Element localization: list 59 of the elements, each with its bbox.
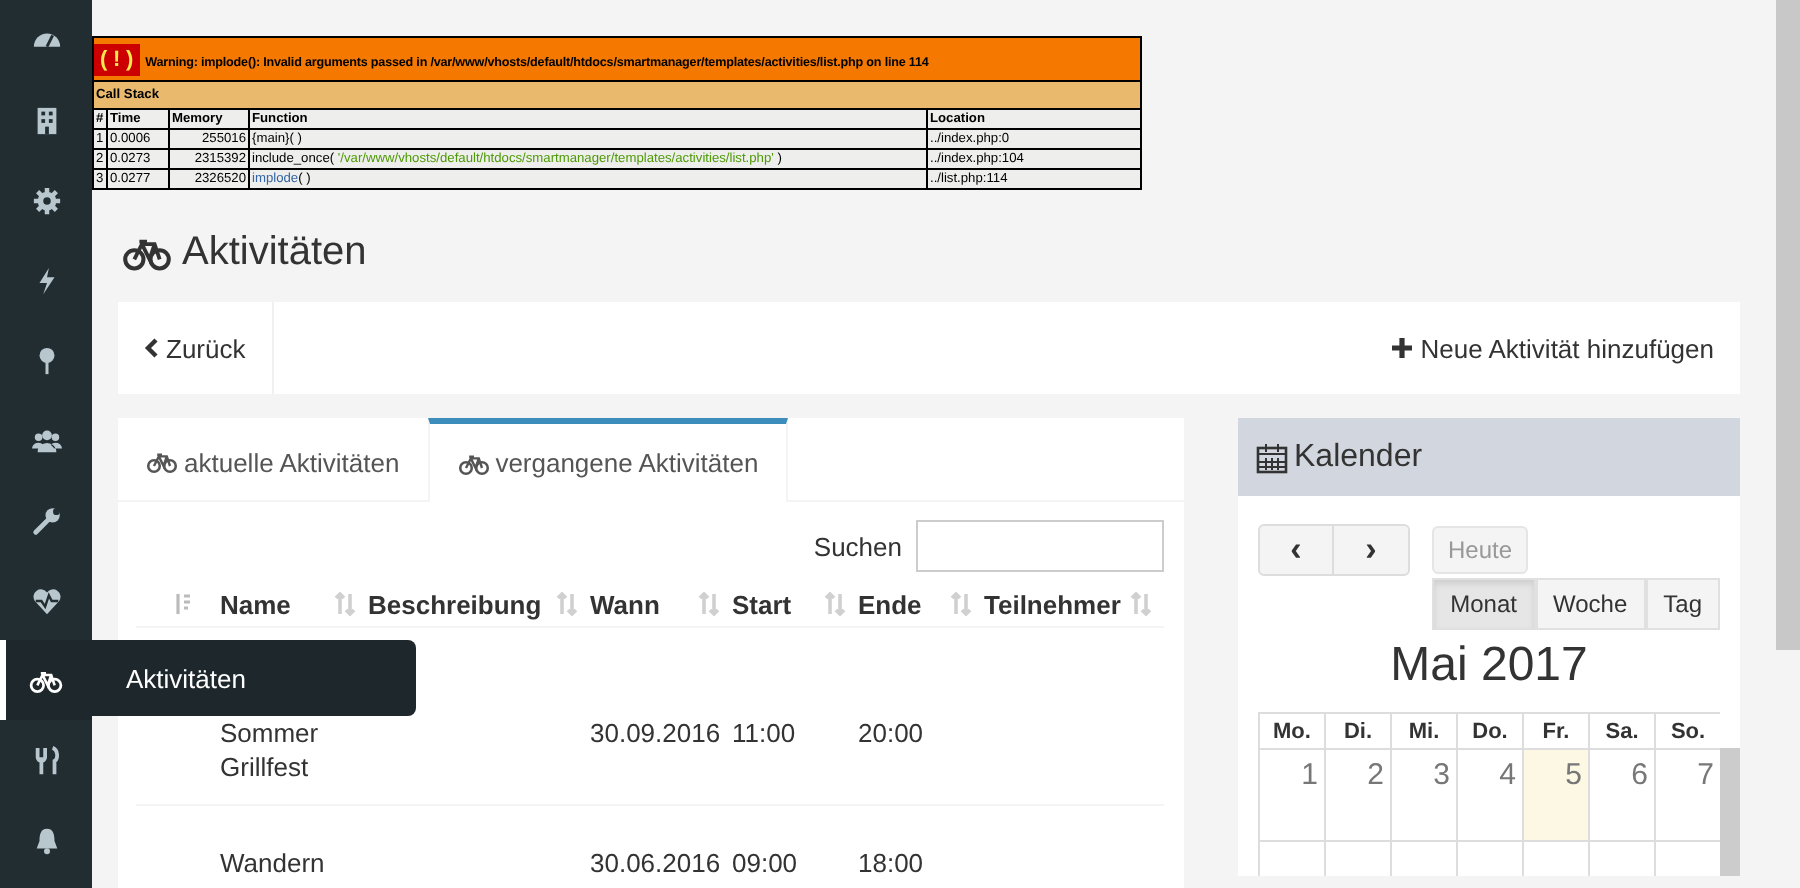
column-header[interactable]: Beschreibung (368, 589, 542, 619)
calendar-icon (1256, 441, 1288, 473)
plus-icon (1392, 338, 1413, 358)
bell-icon (31, 825, 61, 855)
day-cell[interactable]: 6 (1588, 748, 1654, 840)
heart-pulse-icon (31, 585, 61, 615)
table-cell: 30.06.2016 (590, 846, 721, 880)
wrench-icon (31, 505, 61, 535)
previous-button[interactable]: ‹ (1260, 526, 1334, 574)
column-header[interactable]: Name (220, 589, 291, 619)
warning-badge: ( ! ) (95, 43, 140, 75)
tab[interactable]: vergangene Aktivitäten (427, 418, 789, 502)
next-button[interactable]: › (1334, 526, 1408, 574)
column-header[interactable]: Ende (858, 589, 922, 619)
day-cell[interactable]: 3 (1390, 748, 1456, 840)
column-header[interactable]: Teilnehmer (984, 589, 1121, 619)
users-icon (31, 425, 61, 455)
weekday-header: Mi. (1390, 712, 1456, 748)
table-cell: Wandern (220, 846, 325, 880)
day-cell[interactable]: 1 (1258, 748, 1324, 840)
bicycle-icon (457, 451, 490, 475)
column-header[interactable]: Wann (590, 589, 660, 619)
sort-icon (824, 592, 846, 616)
table-cell: 11:00 (732, 716, 796, 750)
view-button[interactable]: Tag (1645, 578, 1720, 630)
column-header[interactable]: Start (732, 589, 792, 619)
sort-icon (698, 592, 720, 616)
sort-icon (556, 592, 578, 616)
add-activity-button[interactable]: Neue Aktivität hinzufügen (1392, 333, 1714, 363)
scrollbar-thumb[interactable] (1776, 0, 1800, 650)
weekday-header: Mo. (1258, 712, 1324, 748)
sort-icon (334, 592, 356, 616)
day-cell[interactable]: 2 (1324, 748, 1390, 840)
sort-icon (1130, 592, 1152, 616)
weekday-header: Di. (1324, 712, 1390, 748)
table-cell-text: Sommer Grillfest (220, 716, 321, 784)
day-cell[interactable]: 5 (1522, 748, 1588, 840)
weekday-header: Sa. (1588, 712, 1654, 748)
search-field[interactable] (916, 520, 1164, 572)
table-cell: 30.09.2016 (590, 716, 721, 750)
back-button[interactable]: Zurück (118, 302, 274, 394)
panel-title: Kalender (1294, 439, 1423, 475)
table-cell: 09:00 (732, 846, 798, 880)
sort-icon (176, 592, 192, 616)
table-cell: 20:00 (858, 716, 924, 750)
sort-icon (950, 592, 972, 616)
search-label: Suchen (813, 531, 902, 561)
view-button[interactable]: Monat (1432, 578, 1535, 630)
bicycle-icon (28, 667, 64, 693)
table-cell: 18:00 (858, 846, 924, 880)
utensils-icon (31, 745, 61, 775)
weekday-header: So. (1654, 712, 1720, 748)
view-button[interactable]: Woche (1535, 578, 1646, 630)
bicycle-icon (146, 450, 178, 474)
page-title: Aktivitäten (182, 229, 367, 275)
weekday-header: Do. (1456, 712, 1522, 748)
chevron-left-icon (144, 338, 158, 358)
settings-icon (31, 185, 61, 215)
month-title: Mai 2017 (1388, 638, 1590, 694)
